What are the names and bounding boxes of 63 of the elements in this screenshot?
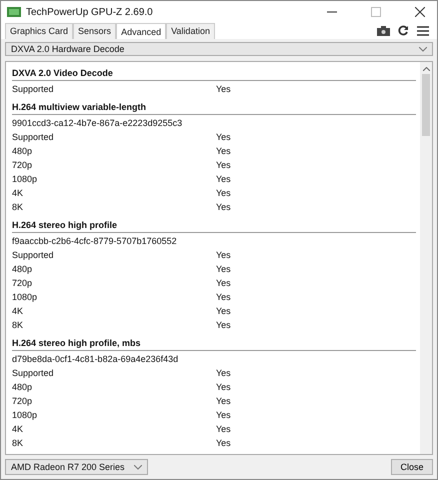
property-label: Supported (12, 368, 55, 378)
property-label: 9901ccd3-ca12-4b7e-867a-e2223d9255c3 (12, 118, 184, 128)
scrollbar[interactable] (420, 62, 432, 454)
property-value: Yes (216, 368, 231, 378)
property-label: 480p (12, 382, 34, 392)
property-label: 8K (12, 320, 24, 330)
section-heading: H.264 stereo high profile (12, 216, 416, 233)
property-label: 8K (12, 438, 24, 448)
gpu-dropdown[interactable]: AMD Radeon R7 200 Series (5, 459, 148, 475)
property-value: Yes (216, 146, 231, 156)
property-label: 480p (12, 146, 34, 156)
close-button[interactable]: Close (391, 459, 433, 475)
property-value: Yes (216, 264, 231, 274)
property-value: Yes (216, 306, 231, 316)
window-title: TechPowerUp GPU-Z 2.69.0 (26, 6, 153, 18)
property-label: 1080p (12, 174, 38, 184)
tab[interactable]: Graphics Card (5, 23, 74, 39)
section-heading: H.264 multiview variable-length (12, 98, 416, 115)
close-icon[interactable] (415, 7, 425, 17)
property-value: Yes (216, 278, 231, 288)
property-label: Supported (12, 250, 55, 260)
property-value: Yes (216, 174, 231, 184)
property-label: 4K (12, 424, 24, 434)
property-label: Supported (12, 132, 55, 142)
tab[interactable]: Validation (166, 23, 215, 39)
app-icon (7, 7, 21, 17)
chevron-icon (419, 46, 427, 52)
section-heading: DXVA 2.0 Video Decode (12, 64, 416, 81)
camera-icon[interactable] (377, 26, 390, 36)
chevron-icon (134, 464, 142, 470)
property-label: 4K (12, 306, 24, 316)
property-label: 720p (12, 396, 34, 406)
property-value: Yes (216, 438, 231, 448)
property-value: Yes (216, 202, 231, 212)
scrollbar-thumb[interactable] (422, 74, 430, 136)
property-value: Yes (216, 320, 231, 330)
property-value: Yes (216, 188, 231, 198)
property-value: Yes (216, 84, 231, 94)
property-label: 4K (12, 188, 24, 198)
property-value: Yes (216, 382, 231, 392)
tab[interactable]: Advanced (116, 23, 166, 39)
property-label: 480p (12, 264, 34, 274)
section-heading: H.264 stereo high profile, mbs (12, 334, 416, 351)
property-value: Yes (216, 292, 231, 302)
property-value: Yes (216, 250, 231, 260)
category-dropdown[interactable]: DXVA 2.0 Hardware Decode (5, 42, 433, 56)
refresh-icon[interactable] (398, 25, 409, 36)
property-value: Yes (216, 424, 231, 434)
property-label: f9aaccbb-c2b6-4cfc-8779-5707b1760552 (12, 236, 178, 246)
property-label: 720p (12, 278, 34, 288)
property-label: Supported (12, 84, 55, 94)
property-label: 1080p (12, 292, 38, 302)
property-label: 8K (12, 202, 24, 212)
property-label: d79be8da-0cf1-4c81-b82a-69a4e236f43d (12, 354, 180, 364)
tab[interactable]: Sensors (73, 23, 116, 39)
scroll-up-icon[interactable] (422, 67, 430, 71)
property-value: Yes (216, 396, 231, 406)
property-label: 1080p (12, 410, 38, 420)
property-label: 720p (12, 160, 34, 170)
property-value: Yes (216, 160, 231, 170)
property-value: Yes (216, 410, 231, 420)
property-value: Yes (216, 132, 231, 142)
menu-icon[interactable] (417, 26, 429, 36)
